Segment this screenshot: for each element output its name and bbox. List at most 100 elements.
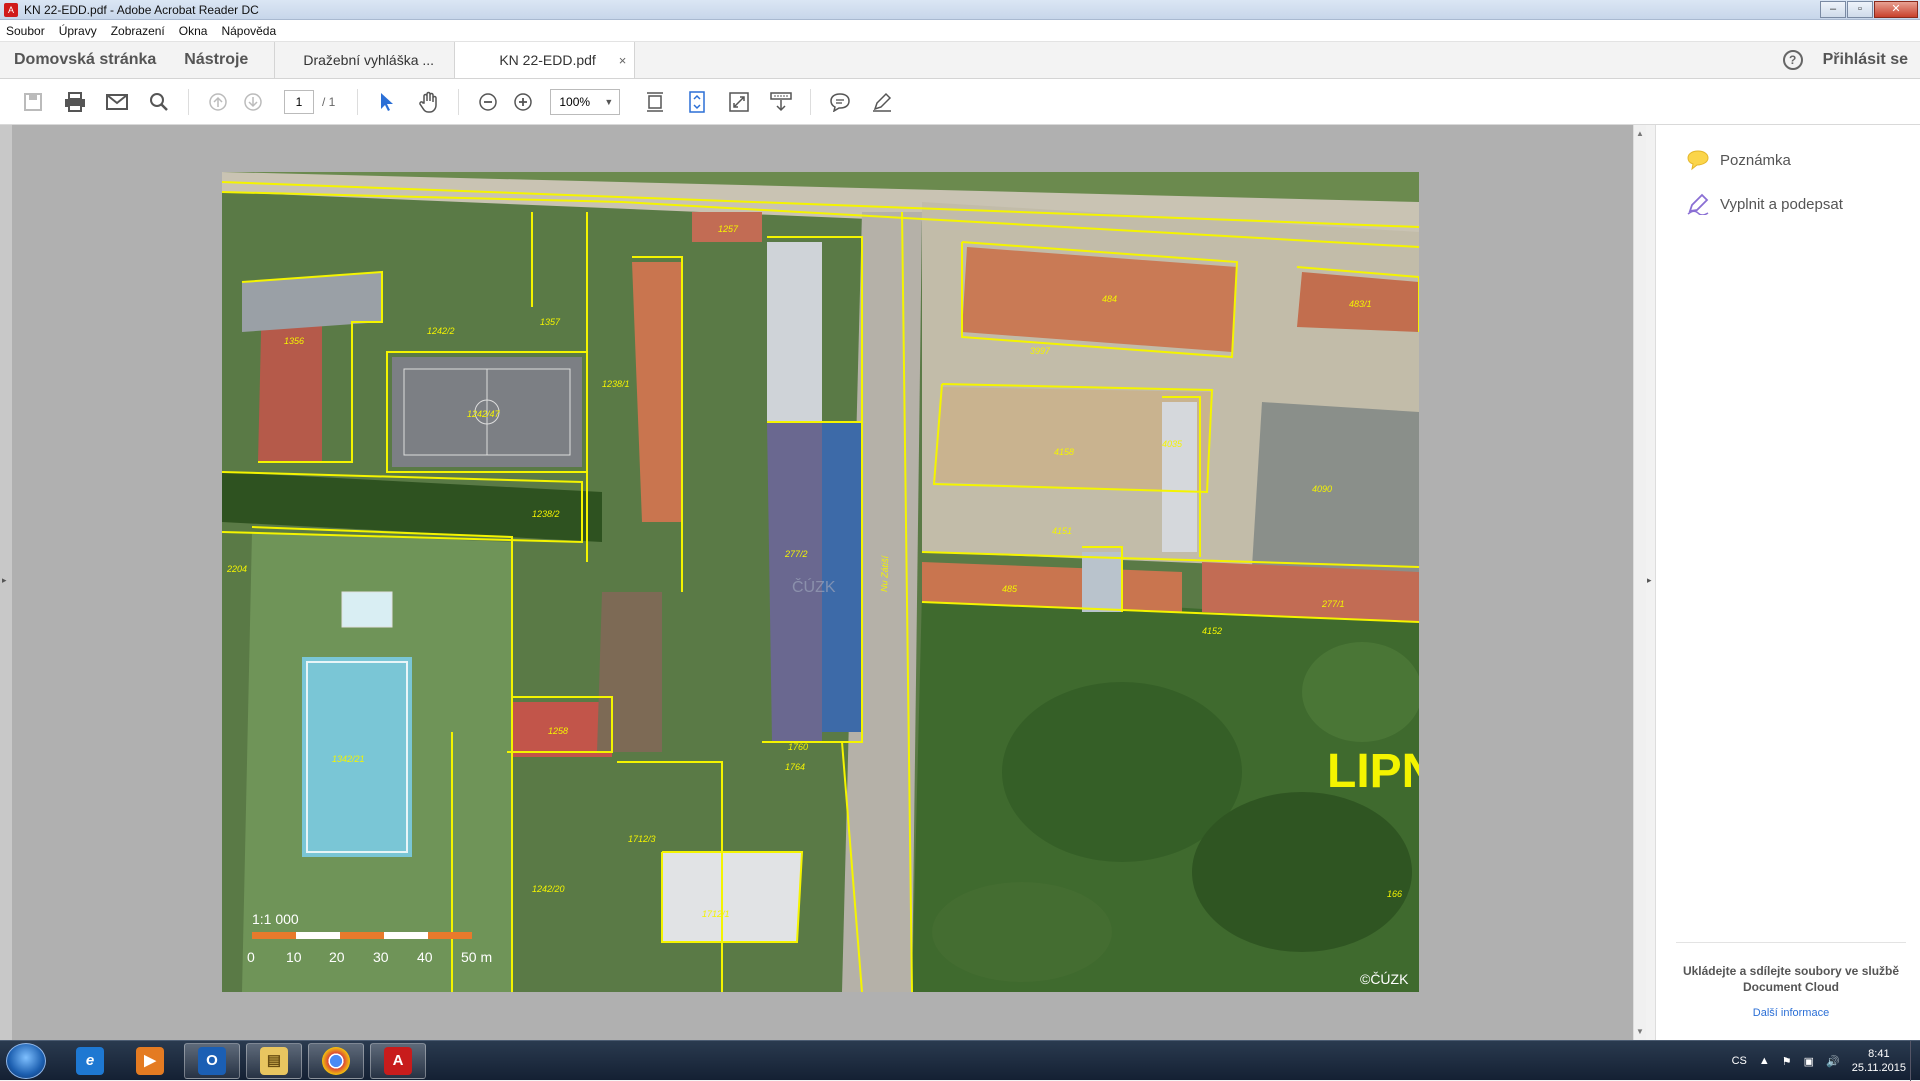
left-panel-toggle[interactable]: ▸ xyxy=(0,125,12,1040)
zoom-out-icon[interactable] xyxy=(476,90,500,114)
toolbar-divider xyxy=(188,88,189,115)
parcel-label: 1242/2 xyxy=(427,326,455,336)
zoom-in-icon[interactable] xyxy=(511,90,535,114)
full-screen-icon[interactable] xyxy=(727,90,751,114)
print-icon[interactable] xyxy=(63,90,87,114)
hand-tool-icon[interactable] xyxy=(417,90,441,114)
nav-home[interactable]: Domovská stránka xyxy=(0,42,170,78)
taskbar-explorer[interactable]: ▤ xyxy=(246,1043,302,1079)
scale-segment xyxy=(252,932,296,939)
page-number-input[interactable]: 1 xyxy=(284,89,314,114)
clock-time: 8:41 xyxy=(1868,1048,1890,1060)
parcel-label: 3997 xyxy=(1030,346,1051,356)
acrobat-icon: A xyxy=(384,1047,412,1075)
tool-fill-sign-label: Vyplnit a podepsat xyxy=(1720,195,1843,213)
scale-segment xyxy=(428,932,472,939)
tool-comment-label: Poznámka xyxy=(1720,151,1791,169)
menu-bar: Soubor Úpravy Zobrazení Okna Nápověda xyxy=(0,20,1920,42)
promo-text: Ukládejte a sdílejte soubory ve službě D… xyxy=(1682,964,1900,994)
tool-comment[interactable]: Poznámka xyxy=(1686,149,1920,171)
read-mode-icon[interactable] xyxy=(769,90,793,114)
scroll-down-icon[interactable]: ▼ xyxy=(1636,1027,1644,1036)
menu-edit[interactable]: Úpravy xyxy=(59,24,97,38)
vertical-scrollbar[interactable]: ▲ ▼ xyxy=(1633,125,1646,1040)
show-desktop-button[interactable] xyxy=(1910,1041,1920,1081)
fit-page-icon[interactable] xyxy=(643,90,667,114)
parcel-label: 1257 xyxy=(718,224,739,234)
clock[interactable]: 8:41 25.11.2015 xyxy=(1852,1047,1906,1075)
parcel-label: 4035 xyxy=(1162,439,1183,449)
tab-kn-22-edd[interactable]: KN 22-EDD.pdf × xyxy=(454,42,635,78)
tool-fill-sign[interactable]: Vyplnit a podepsat xyxy=(1686,193,1920,215)
zoom-value: 100% xyxy=(559,94,591,109)
minimize-button[interactable]: – xyxy=(1820,1,1846,18)
tab-bar: Domovská stránka Nástroje Dražební vyhlá… xyxy=(0,42,1920,79)
signin-link[interactable]: Přihlásit se xyxy=(1823,51,1908,69)
close-window-button[interactable]: ✕ xyxy=(1874,1,1918,18)
scroll-up-icon[interactable]: ▲ xyxy=(1636,129,1644,138)
flag-icon[interactable]: ⚑ xyxy=(1782,1055,1792,1068)
scale-segment xyxy=(340,932,384,939)
taskbar-outlook[interactable]: O xyxy=(184,1043,240,1079)
fill-sign-pen-icon xyxy=(1687,193,1709,215)
parcel-label: 1712/3 xyxy=(628,834,656,844)
toolbar-divider xyxy=(357,88,359,115)
system-tray: CS ▲ ⚑ ▣ 🔊 8:41 25.11.2015 xyxy=(1732,1041,1906,1081)
taskbar-chrome[interactable] xyxy=(308,1043,364,1079)
page-up-icon[interactable] xyxy=(206,90,230,114)
taskbar-acrobat[interactable]: A xyxy=(370,1043,426,1079)
windows-taskbar: e ▶ O ▤ A CS ▲ ⚑ ▣ 🔊 8:41 25.11.2015 xyxy=(0,1040,1920,1081)
nav-tools[interactable]: Nástroje xyxy=(170,42,274,78)
outlook-icon: O xyxy=(198,1047,226,1075)
acrobat-app-icon: A xyxy=(4,2,18,17)
tab-close-icon[interactable]: × xyxy=(619,53,627,68)
parcel-label: 1760 xyxy=(788,742,808,752)
toolbar-divider xyxy=(810,88,812,115)
page-down-icon[interactable] xyxy=(241,90,265,114)
scale-tick: 10 xyxy=(286,949,302,965)
parcel-label: 484 xyxy=(1102,294,1117,304)
start-button[interactable] xyxy=(6,1043,46,1079)
parcel-label: 1242/20 xyxy=(532,884,565,894)
scroll-mode-icon[interactable] xyxy=(685,90,709,114)
tab-drazebni-vyhlaska[interactable]: Dražební vyhláška ... xyxy=(274,42,454,78)
network-icon[interactable]: ▣ xyxy=(1804,1055,1814,1068)
parcel-label: 4158 xyxy=(1054,447,1074,457)
email-icon[interactable] xyxy=(105,90,129,114)
scale-tick: 40 xyxy=(417,949,433,965)
chevron-right-icon: ▸ xyxy=(1647,575,1652,585)
maximize-button[interactable]: ▫ xyxy=(1847,1,1873,18)
page-total: / 1 xyxy=(322,94,336,109)
scale-tick: 0 xyxy=(247,949,255,965)
parcel-label: 485 xyxy=(1002,584,1018,594)
document-cloud-promo: Ukládejte a sdílejte soubory ve službě D… xyxy=(1676,942,1906,1019)
tray-expand-icon[interactable]: ▲ xyxy=(1759,1055,1770,1067)
right-panel-toggle[interactable]: ▸ xyxy=(1646,125,1656,1040)
comment-icon[interactable] xyxy=(828,90,852,114)
parcel-label: 1342/21 xyxy=(332,754,365,764)
menu-file[interactable]: Soubor xyxy=(6,24,45,38)
menu-window[interactable]: Okna xyxy=(179,24,208,38)
folder-icon: ▤ xyxy=(260,1047,288,1075)
parcel-label: 1764 xyxy=(785,762,805,772)
save-icon[interactable] xyxy=(21,90,45,114)
ie-icon: e xyxy=(76,1047,104,1075)
menu-view[interactable]: Zobrazení xyxy=(111,24,165,38)
taskbar-media-player[interactable]: ▶ xyxy=(122,1043,178,1079)
select-tool-icon[interactable] xyxy=(375,90,399,114)
parcel-label: 166 xyxy=(1387,889,1402,899)
place-name-label: LIPN xyxy=(1327,745,1419,798)
sign-pen-icon[interactable] xyxy=(870,90,894,114)
more-info-link[interactable]: Další informace xyxy=(1676,1007,1906,1019)
zoom-level-select[interactable]: 100% ▼ xyxy=(550,88,621,115)
parcel-label: 277/1 xyxy=(1321,599,1345,609)
help-icon[interactable]: ? xyxy=(1782,50,1803,70)
parcel-label: 1238/2 xyxy=(532,509,560,519)
language-indicator[interactable]: CS xyxy=(1732,1055,1747,1067)
volume-icon[interactable]: 🔊 xyxy=(1826,1055,1840,1068)
taskbar-internet-explorer[interactable]: e xyxy=(62,1043,118,1079)
search-icon[interactable] xyxy=(147,90,171,114)
parcel-label: 4090 xyxy=(1312,484,1332,494)
chevron-down-icon: ▼ xyxy=(604,96,614,107)
menu-help[interactable]: Nápověda xyxy=(221,24,276,38)
